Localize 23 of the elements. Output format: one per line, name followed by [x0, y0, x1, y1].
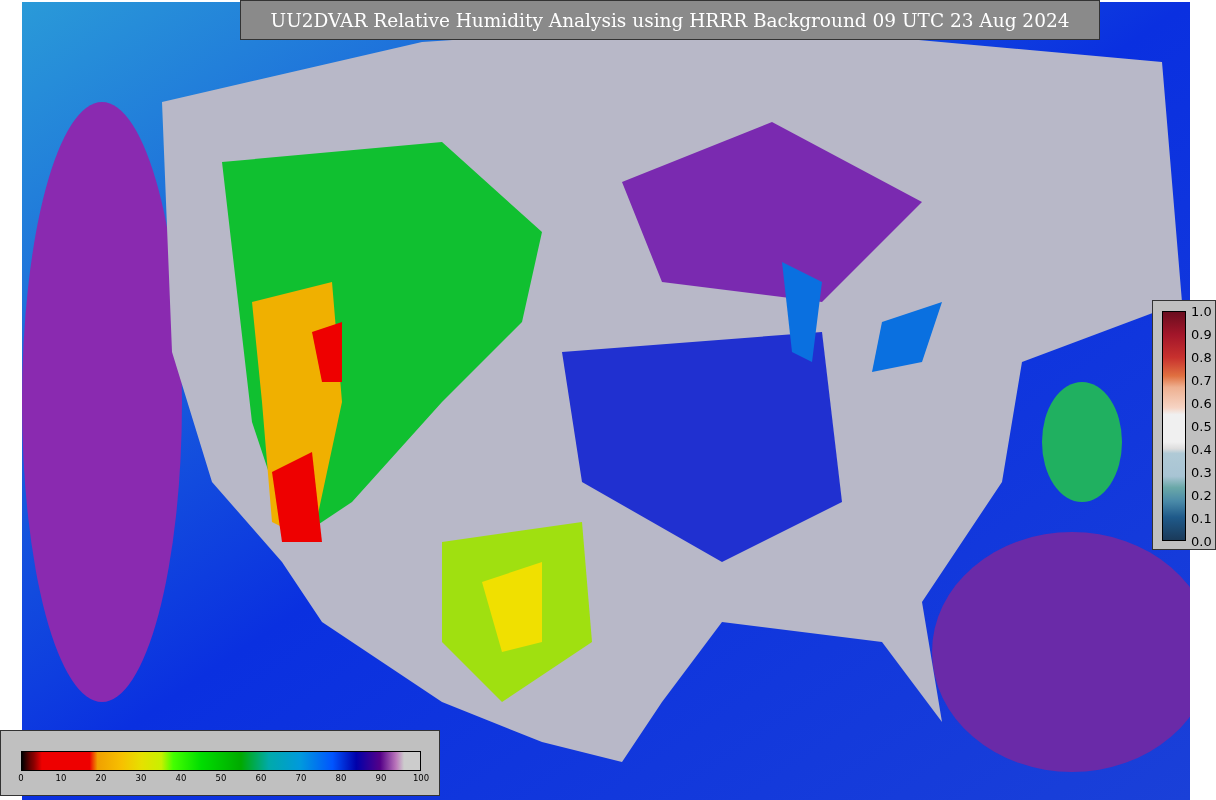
- colorbar-tick-label: 100: [412, 773, 430, 783]
- colorbar-tick-label: 80: [335, 773, 347, 783]
- colorbar-tick-label: 60: [255, 773, 267, 783]
- colorbar-tick-label: 0.1: [1191, 510, 1212, 526]
- colorbar-tick-label: 0.3: [1191, 464, 1212, 480]
- colorbar-tick-label: 0.2: [1191, 487, 1212, 503]
- colorbar-tick-label: 0.8: [1191, 349, 1212, 365]
- colorbar-tick-label: 50: [215, 773, 227, 783]
- colorbar-tick-label: 0.0: [1191, 533, 1212, 549]
- colorbar-tick-label: 0.6: [1191, 395, 1212, 411]
- colorbar-tick-label: 70: [295, 773, 307, 783]
- colorbar-tick-label: 0.9: [1191, 326, 1212, 342]
- colorbar-tick-label: 0.7: [1191, 372, 1212, 388]
- colorbar-tick-label: 10: [55, 773, 67, 783]
- map-title: UU2DVAR Relative Humidity Analysis using HRRR Background 09 UTC 23 Aug 2024: [240, 0, 1100, 40]
- colorbar-tick-label: 0.5: [1191, 418, 1212, 434]
- colorbar-tick-label: 1.0: [1191, 303, 1212, 319]
- colorbar-tick-label: 20: [95, 773, 107, 783]
- colorbar-tick-label: 0: [18, 773, 24, 783]
- colorbar-tick-label: 0.4: [1191, 441, 1212, 457]
- colorbar-tick-label: 30: [135, 773, 147, 783]
- colorbar-tick-label: 40: [175, 773, 187, 783]
- colorbar-tick-label: 90: [375, 773, 387, 783]
